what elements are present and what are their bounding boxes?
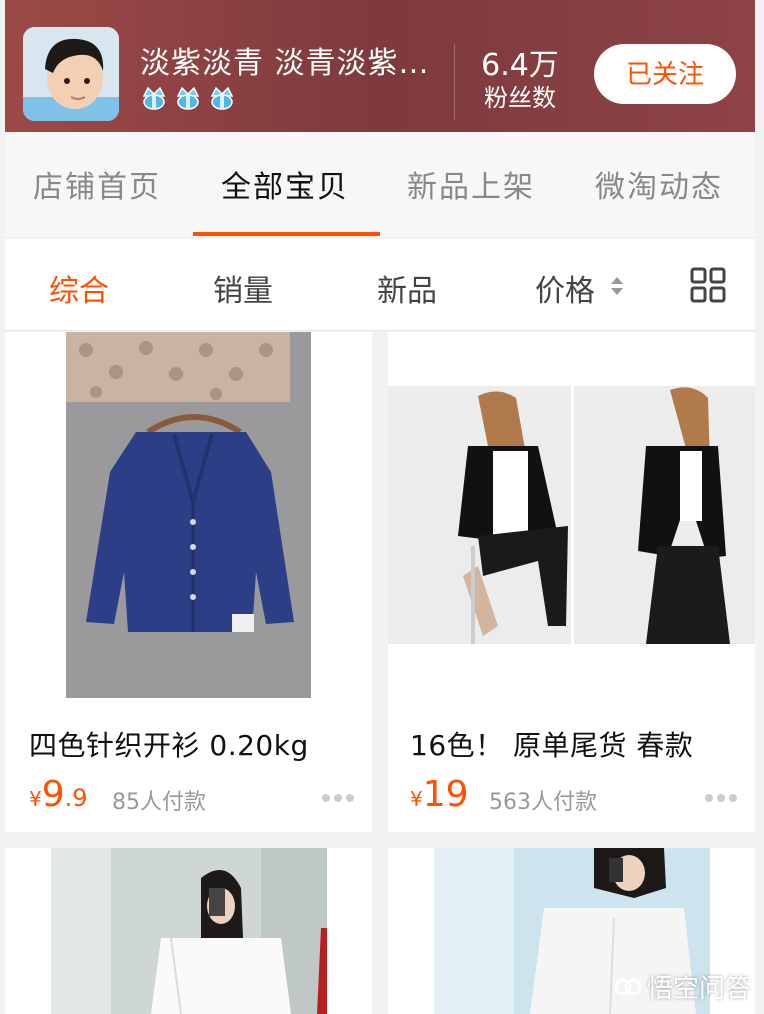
product-title[interactable]: 16色！ 原单尾货 春款 [410, 724, 693, 764]
tab-weitao-feed[interactable]: 微淘动态 [595, 162, 723, 206]
shop-avatar[interactable] [23, 27, 119, 121]
shop-name: 淡紫淡青 淡青淡紫… [140, 46, 430, 81]
product-sold-count: 85人付款 [112, 790, 206, 815]
product-price: ¥9.9 [29, 774, 88, 815]
product-image[interactable] [66, 332, 311, 698]
sort-bar: 综合 销量 新品 价格 [5, 239, 755, 331]
shop-rank-crowns [140, 84, 236, 112]
sort-price[interactable]: 价格 [535, 266, 595, 310]
fans-label: 粉丝数 [484, 84, 556, 112]
product-price: ¥19 [410, 774, 469, 815]
sort-new[interactable]: 新品 [377, 266, 437, 310]
tab-all-items[interactable]: 全部宝贝 [221, 162, 349, 206]
watermark-text: 悟空问答 [647, 974, 752, 1004]
price-integer: 19 [422, 774, 469, 815]
tab-shop-home[interactable]: 店铺首页 [33, 162, 161, 206]
price-currency: ¥ [29, 787, 42, 811]
product-title[interactable]: 四色针织开衫 0.20kg [29, 724, 309, 764]
shop-tabs: 店铺首页 全部宝贝 新品上架 微淘动态 [5, 132, 755, 236]
product-card[interactable]: 四色针织开衫 0.20kg ¥9.9 85人付款 [5, 332, 372, 832]
more-options-icon[interactable] [321, 793, 355, 803]
product-sold-count: 563人付款 [489, 790, 597, 815]
tab-new-arrivals[interactable]: 新品上架 [407, 162, 535, 206]
price-decimal: .9 [64, 784, 88, 812]
crown-icon [210, 86, 234, 110]
price-integer: 9 [41, 774, 65, 815]
sort-comprehensive[interactable]: 综合 [49, 266, 109, 310]
active-tab-indicator [193, 232, 380, 236]
sort-arrows-icon [611, 277, 623, 295]
crown-icon [142, 86, 166, 110]
more-options-icon[interactable] [704, 793, 738, 803]
product-card[interactable] [5, 848, 372, 1014]
product-image[interactable] [388, 386, 755, 644]
header-divider [454, 44, 455, 120]
follow-button[interactable]: 已关注 [594, 44, 736, 104]
price-currency: ¥ [410, 787, 423, 811]
sort-sales[interactable]: 销量 [213, 266, 273, 310]
grid-view-icon[interactable] [690, 267, 726, 303]
shop-header: 淡紫淡青 淡青淡紫… 6.4万 粉丝数 已关注 [5, 0, 755, 132]
watermark: 悟空问答 [615, 968, 751, 1005]
crown-icon [176, 86, 200, 110]
product-image[interactable] [51, 848, 327, 1014]
wukong-logo-icon [615, 978, 641, 995]
shop-page: 淡紫淡青 淡青淡紫… 6.4万 粉丝数 已关注 店铺首页 全部宝贝 新品上架 微… [5, 0, 755, 1014]
product-card[interactable]: 16色！ 原单尾货 春款 ¥19 563人付款 [388, 332, 755, 832]
